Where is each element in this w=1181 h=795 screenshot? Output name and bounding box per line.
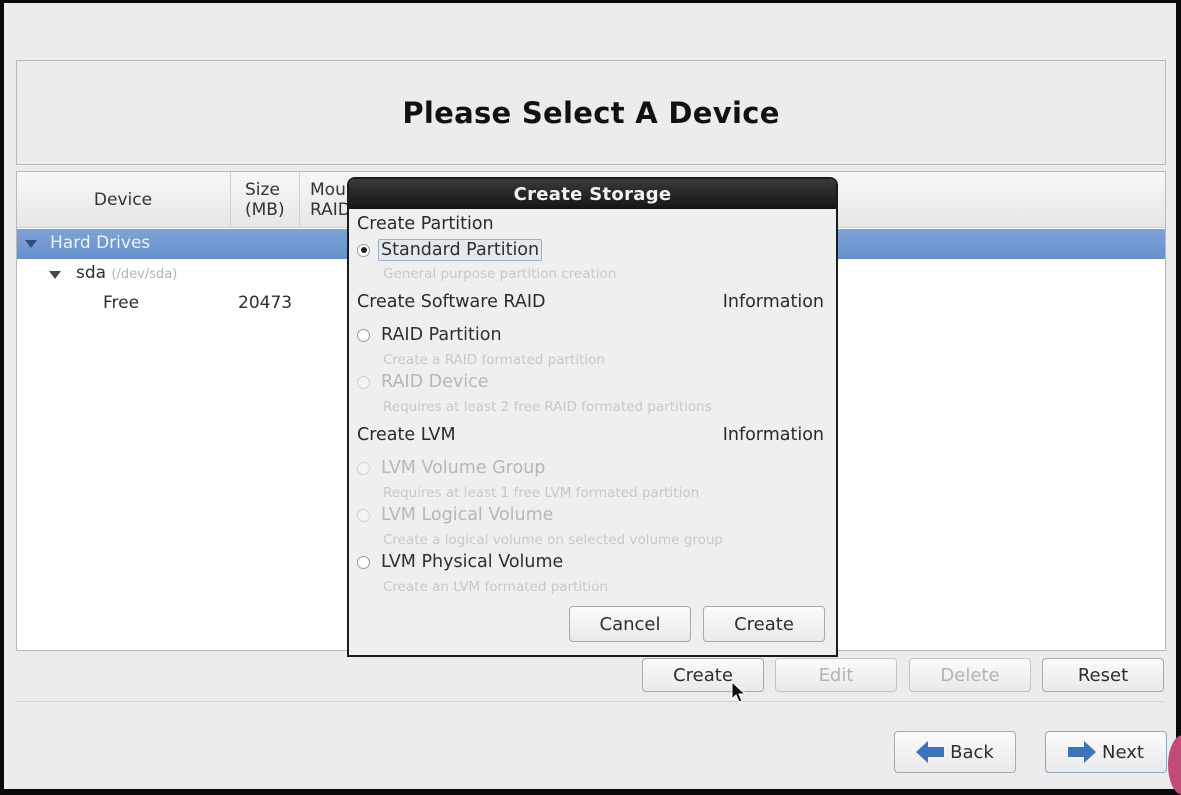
next-button[interactable]: Next xyxy=(1045,731,1167,773)
radio-checked-icon[interactable] xyxy=(357,243,370,257)
expander-icon[interactable] xyxy=(25,240,37,248)
row-label: Free xyxy=(103,293,140,313)
radio-icon[interactable] xyxy=(357,461,370,475)
delete-button[interactable]: Delete xyxy=(909,658,1031,692)
option-description: Requires at least 2 free RAID formated p… xyxy=(383,399,712,415)
size-line1: Size xyxy=(245,179,280,200)
back-button-label: Back xyxy=(950,741,994,763)
option-lvm-volume-group[interactable]: LVM Volume Group xyxy=(357,458,545,478)
reset-button[interactable]: Reset xyxy=(1042,658,1164,692)
dialog-cancel-button[interactable]: Cancel xyxy=(569,606,691,642)
option-description: Create a logical volume on selected volu… xyxy=(383,532,723,548)
separator xyxy=(16,701,1164,702)
column-mount-label: Mou RAID xyxy=(310,180,351,220)
device-name: sda xyxy=(76,263,107,283)
radio-icon[interactable] xyxy=(357,328,370,342)
delete-button-label: Delete xyxy=(940,664,1000,686)
next-button-label: Next xyxy=(1102,741,1144,763)
option-description: Create an LVM formated partition xyxy=(383,579,608,595)
back-arrow-icon xyxy=(916,741,945,763)
option-description: Create a RAID formated partition xyxy=(383,352,605,368)
mount-line2: RAID xyxy=(310,199,351,220)
expander-icon[interactable] xyxy=(49,271,61,279)
edit-button[interactable]: Edit xyxy=(775,658,897,692)
option-raid-partition[interactable]: RAID Partition xyxy=(357,325,502,345)
option-label: LVM Physical Volume xyxy=(381,552,564,572)
next-arrow-icon xyxy=(1068,741,1097,763)
size-line2: (MB) xyxy=(245,199,285,220)
mount-line1: Mou xyxy=(310,179,346,200)
option-label: LVM Logical Volume xyxy=(381,505,554,525)
column-size[interactable]: Size (MB) xyxy=(230,172,298,227)
option-description: Requires at least 1 free LVM formated pa… xyxy=(383,485,700,501)
lvm-information-link[interactable]: Information xyxy=(723,425,824,445)
page-header: Please Select A Device xyxy=(16,60,1166,165)
row-size: 20473 xyxy=(238,293,293,313)
device-path: (/dev/sda) xyxy=(111,267,178,282)
section-create-software-raid: Create Software RAID xyxy=(357,292,546,312)
edit-button-label: Edit xyxy=(818,664,854,686)
dialog-title: Create Storage xyxy=(349,179,836,209)
cancel-button-label: Cancel xyxy=(599,613,661,635)
section-create-partition: Create Partition xyxy=(357,214,494,234)
radio-icon[interactable] xyxy=(357,508,370,522)
reset-button-label: Reset xyxy=(1077,664,1129,686)
create-storage-dialog: Create Storage Create Partition Standard… xyxy=(347,177,838,657)
section-create-lvm: Create LVM xyxy=(357,425,456,445)
page-title: Please Select A Device xyxy=(402,95,780,130)
back-button[interactable]: Back xyxy=(894,731,1016,773)
radio-icon[interactable] xyxy=(357,375,370,389)
mouse-cursor-icon xyxy=(731,681,747,703)
dialog-create-button[interactable]: Create xyxy=(703,606,825,642)
row-label: Hard Drives xyxy=(50,233,151,253)
create-button-label: Create xyxy=(734,613,794,635)
option-label: LVM Volume Group xyxy=(381,458,546,478)
row-label: sda (/dev/sda) xyxy=(76,263,177,283)
option-description: General purpose partition creation xyxy=(383,266,617,282)
column-size-label: Size (MB) xyxy=(245,180,285,220)
create-button-label: Create xyxy=(673,664,733,686)
option-lvm-logical-volume[interactable]: LVM Logical Volume xyxy=(357,505,553,525)
column-device-label: Device xyxy=(93,189,153,210)
option-raid-device[interactable]: RAID Device xyxy=(357,372,488,392)
raid-information-link[interactable]: Information xyxy=(723,292,824,312)
option-standard-partition[interactable]: Standard Partition xyxy=(357,239,543,261)
option-label: Standard Partition xyxy=(378,239,543,261)
option-label: RAID Partition xyxy=(381,325,502,345)
option-lvm-physical-volume[interactable]: LVM Physical Volume xyxy=(357,552,563,572)
column-device[interactable]: Device xyxy=(17,172,229,227)
option-label: RAID Device xyxy=(381,372,489,392)
radio-icon[interactable] xyxy=(357,555,370,569)
